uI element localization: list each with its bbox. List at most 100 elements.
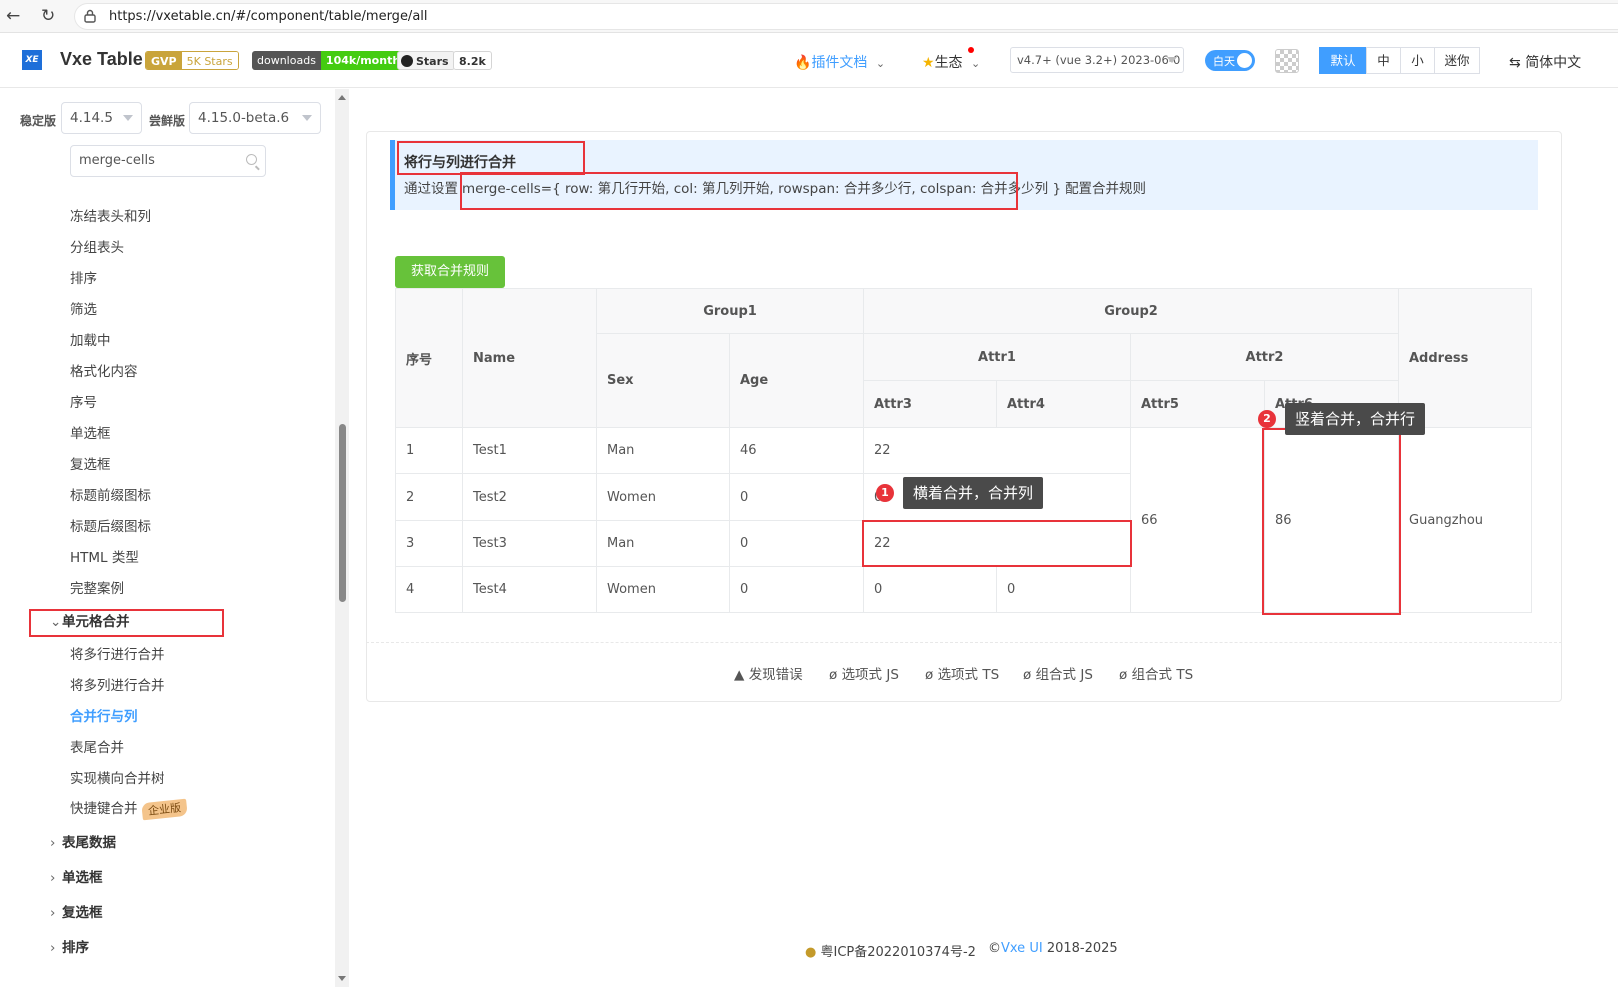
address-bar[interactable]: https://vxetable.cn/#/component/table/me… xyxy=(74,3,1618,30)
sidebar-group-merge[interactable]: ⌄单元格合并 xyxy=(50,610,130,630)
sidebar-scrollbar[interactable] xyxy=(335,89,349,987)
header-group2[interactable]: Group2 xyxy=(864,289,1399,334)
table-cell[interactable]: Man xyxy=(597,521,730,567)
reload-icon[interactable]: ↻ xyxy=(41,6,55,26)
table-cell[interactable]: 0 xyxy=(730,474,864,521)
sidebar-item[interactable]: 筛选 xyxy=(70,298,97,318)
version-select[interactable]: v4.7+ (vue 3.2+) 2023-06-0 xyxy=(1010,47,1184,73)
icp-link[interactable]: ● 粤ICP备2022010374号-2 xyxy=(805,941,976,960)
table-cell[interactable]: Test1 xyxy=(463,428,597,474)
browser-toolbar: ← ↻ https://vxetable.cn/#/component/tabl… xyxy=(0,0,1618,33)
size-default[interactable]: 默认 xyxy=(1319,47,1367,74)
table-cell[interactable]: 0 xyxy=(730,567,864,613)
table-cell[interactable]: Test3 xyxy=(463,521,597,567)
sidebar-item[interactable]: 分组表头 xyxy=(70,236,124,256)
search-icon[interactable] xyxy=(246,154,257,165)
sidebar-subitem-shortcut[interactable]: 快捷键合并 企业版 xyxy=(70,797,188,821)
sidebar-group[interactable]: › 复选框 xyxy=(50,901,103,921)
annotation-callout-1: 横着合并，合并列 xyxy=(903,477,1044,509)
table-cell[interactable]: 4 xyxy=(396,567,463,613)
github-stars-count[interactable]: 8.2k xyxy=(453,51,492,70)
table-cell[interactable]: 3 xyxy=(396,521,463,567)
table-cell[interactable]: 0 xyxy=(730,521,864,567)
size-mini[interactable]: 迷你 xyxy=(1434,47,1480,74)
demo-tip-box xyxy=(390,140,1538,210)
table-cell[interactable]: Test4 xyxy=(463,567,597,613)
sidebar-subitem[interactable]: 表尾合并 xyxy=(70,736,124,756)
sidebar-subitem[interactable]: 实现横向合并树 xyxy=(70,767,165,787)
table-cell-merged-cols[interactable]: 22 xyxy=(864,428,1131,474)
transparency-icon[interactable] xyxy=(1275,49,1299,73)
sidebar-item[interactable]: 单选框 xyxy=(70,422,111,442)
sidebar-item[interactable]: 标题后缀图标 xyxy=(70,515,151,535)
options-js-link[interactable]: ø 选项式 JS xyxy=(829,663,899,683)
back-icon[interactable]: ← xyxy=(6,6,20,26)
header-attr3[interactable]: Attr3 xyxy=(864,381,997,428)
header-sex[interactable]: Sex xyxy=(597,334,730,428)
table-cell[interactable]: 1 xyxy=(396,428,463,474)
url-text[interactable]: https://vxetable.cn/#/component/table/me… xyxy=(109,9,428,24)
site-info-icon[interactable] xyxy=(84,9,96,23)
scroll-down-icon[interactable] xyxy=(338,976,346,981)
size-medium[interactable]: 中 xyxy=(1366,47,1401,74)
gvp-badge[interactable]: GVP 5K Stars xyxy=(145,51,239,70)
sidebar-group[interactable]: › 单选框 xyxy=(50,866,103,886)
sidebar-item[interactable]: 格式化内容 xyxy=(70,360,138,380)
header-age[interactable]: Age xyxy=(730,334,864,428)
sidebar-group[interactable]: › 排序 xyxy=(50,936,89,956)
sidebar-subitem[interactable]: 将多行进行合并 xyxy=(70,643,165,663)
downloads-badge[interactable]: downloads 104k/month xyxy=(252,51,406,70)
header-seq[interactable]: 序号 xyxy=(396,289,463,428)
sidebar-item[interactable]: 标题前缀图标 xyxy=(70,484,151,504)
composition-js-link[interactable]: ø 组合式 JS xyxy=(1023,663,1093,683)
get-merge-rules-button[interactable]: 获取合并规则 xyxy=(395,256,505,288)
vxe-ui-link[interactable]: Vxe UI xyxy=(1001,941,1043,956)
sidebar-item[interactable]: HTML 类型 xyxy=(70,546,139,566)
table-cell[interactable]: 0 xyxy=(997,567,1131,613)
sidebar-item[interactable]: 排序 xyxy=(70,267,97,287)
table-cell-merged-rows-attr6[interactable]: 86 xyxy=(1265,428,1399,613)
report-bug-link[interactable]: ▲ 发现错误 xyxy=(734,663,803,683)
header-attr5[interactable]: Attr5 xyxy=(1131,381,1265,428)
language-switcher[interactable]: ⇆ 简体中文 xyxy=(1509,52,1581,72)
sidebar-item[interactable]: 加载中 xyxy=(70,329,111,349)
table-cell[interactable]: Man xyxy=(597,428,730,474)
sidebar-group[interactable]: › 表尾数据 xyxy=(50,831,116,851)
header-name[interactable]: Name xyxy=(463,289,597,428)
scrollbar-thumb[interactable] xyxy=(339,424,346,602)
plugin-docs-menu[interactable]: 🔥插件文档 ⌄ xyxy=(794,52,885,72)
github-stars-badge[interactable]: Stars xyxy=(397,51,455,70)
vxe-logo[interactable]: XE xyxy=(22,50,42,70)
stable-version-select[interactable]: 4.14.5 xyxy=(61,102,142,134)
table-cell-merged-rows-attr5[interactable]: 66 xyxy=(1131,428,1265,613)
size-small[interactable]: 小 xyxy=(1400,47,1435,74)
header-attr4[interactable]: Attr4 xyxy=(997,381,1131,428)
table-cell[interactable]: Women xyxy=(597,567,730,613)
table-cell-merged-cols[interactable]: 22 xyxy=(864,521,1131,567)
ecosystem-menu[interactable]: ★生态 ⌄ xyxy=(922,47,980,72)
table-cell-merged-rows-address[interactable]: Guangzhou xyxy=(1399,428,1532,613)
merge-cells-code: merge-cells={ row: 第几行开始, col: 第几列开始, ro… xyxy=(462,181,1062,197)
table-cell[interactable]: 2 xyxy=(396,474,463,521)
scroll-up-icon[interactable] xyxy=(338,95,346,100)
stars5k-label: 5K Stars xyxy=(181,52,238,69)
sidebar-item[interactable]: 复选框 xyxy=(70,453,111,473)
sidebar-item[interactable]: 冻结表头和列 xyxy=(70,205,151,225)
theme-toggle[interactable]: 白天 xyxy=(1205,50,1255,71)
table-cell[interactable]: 46 xyxy=(730,428,864,474)
table-cell[interactable]: 0 xyxy=(864,567,997,613)
composition-ts-link[interactable]: ø 组合式 TS xyxy=(1119,663,1193,683)
table-cell[interactable]: Women xyxy=(597,474,730,521)
header-attr1[interactable]: Attr1 xyxy=(864,334,1131,381)
sidebar-item[interactable]: 完整案例 xyxy=(70,577,124,597)
beta-version-select[interactable]: 4.15.0-beta.6 xyxy=(189,102,321,134)
header-attr2[interactable]: Attr2 xyxy=(1131,334,1399,381)
brand-title[interactable]: Vxe Table xyxy=(60,49,143,70)
sidebar-subitem-active[interactable]: 合并行与列 xyxy=(70,705,138,725)
options-ts-link[interactable]: ø 选项式 TS xyxy=(925,663,999,683)
sidebar-search-input[interactable]: merge-cells xyxy=(70,145,266,177)
table-cell[interactable]: Test2 xyxy=(463,474,597,521)
sidebar-item[interactable]: 序号 xyxy=(70,391,97,411)
header-group1[interactable]: Group1 xyxy=(597,289,864,334)
sidebar-subitem[interactable]: 将多列进行合并 xyxy=(70,674,165,694)
